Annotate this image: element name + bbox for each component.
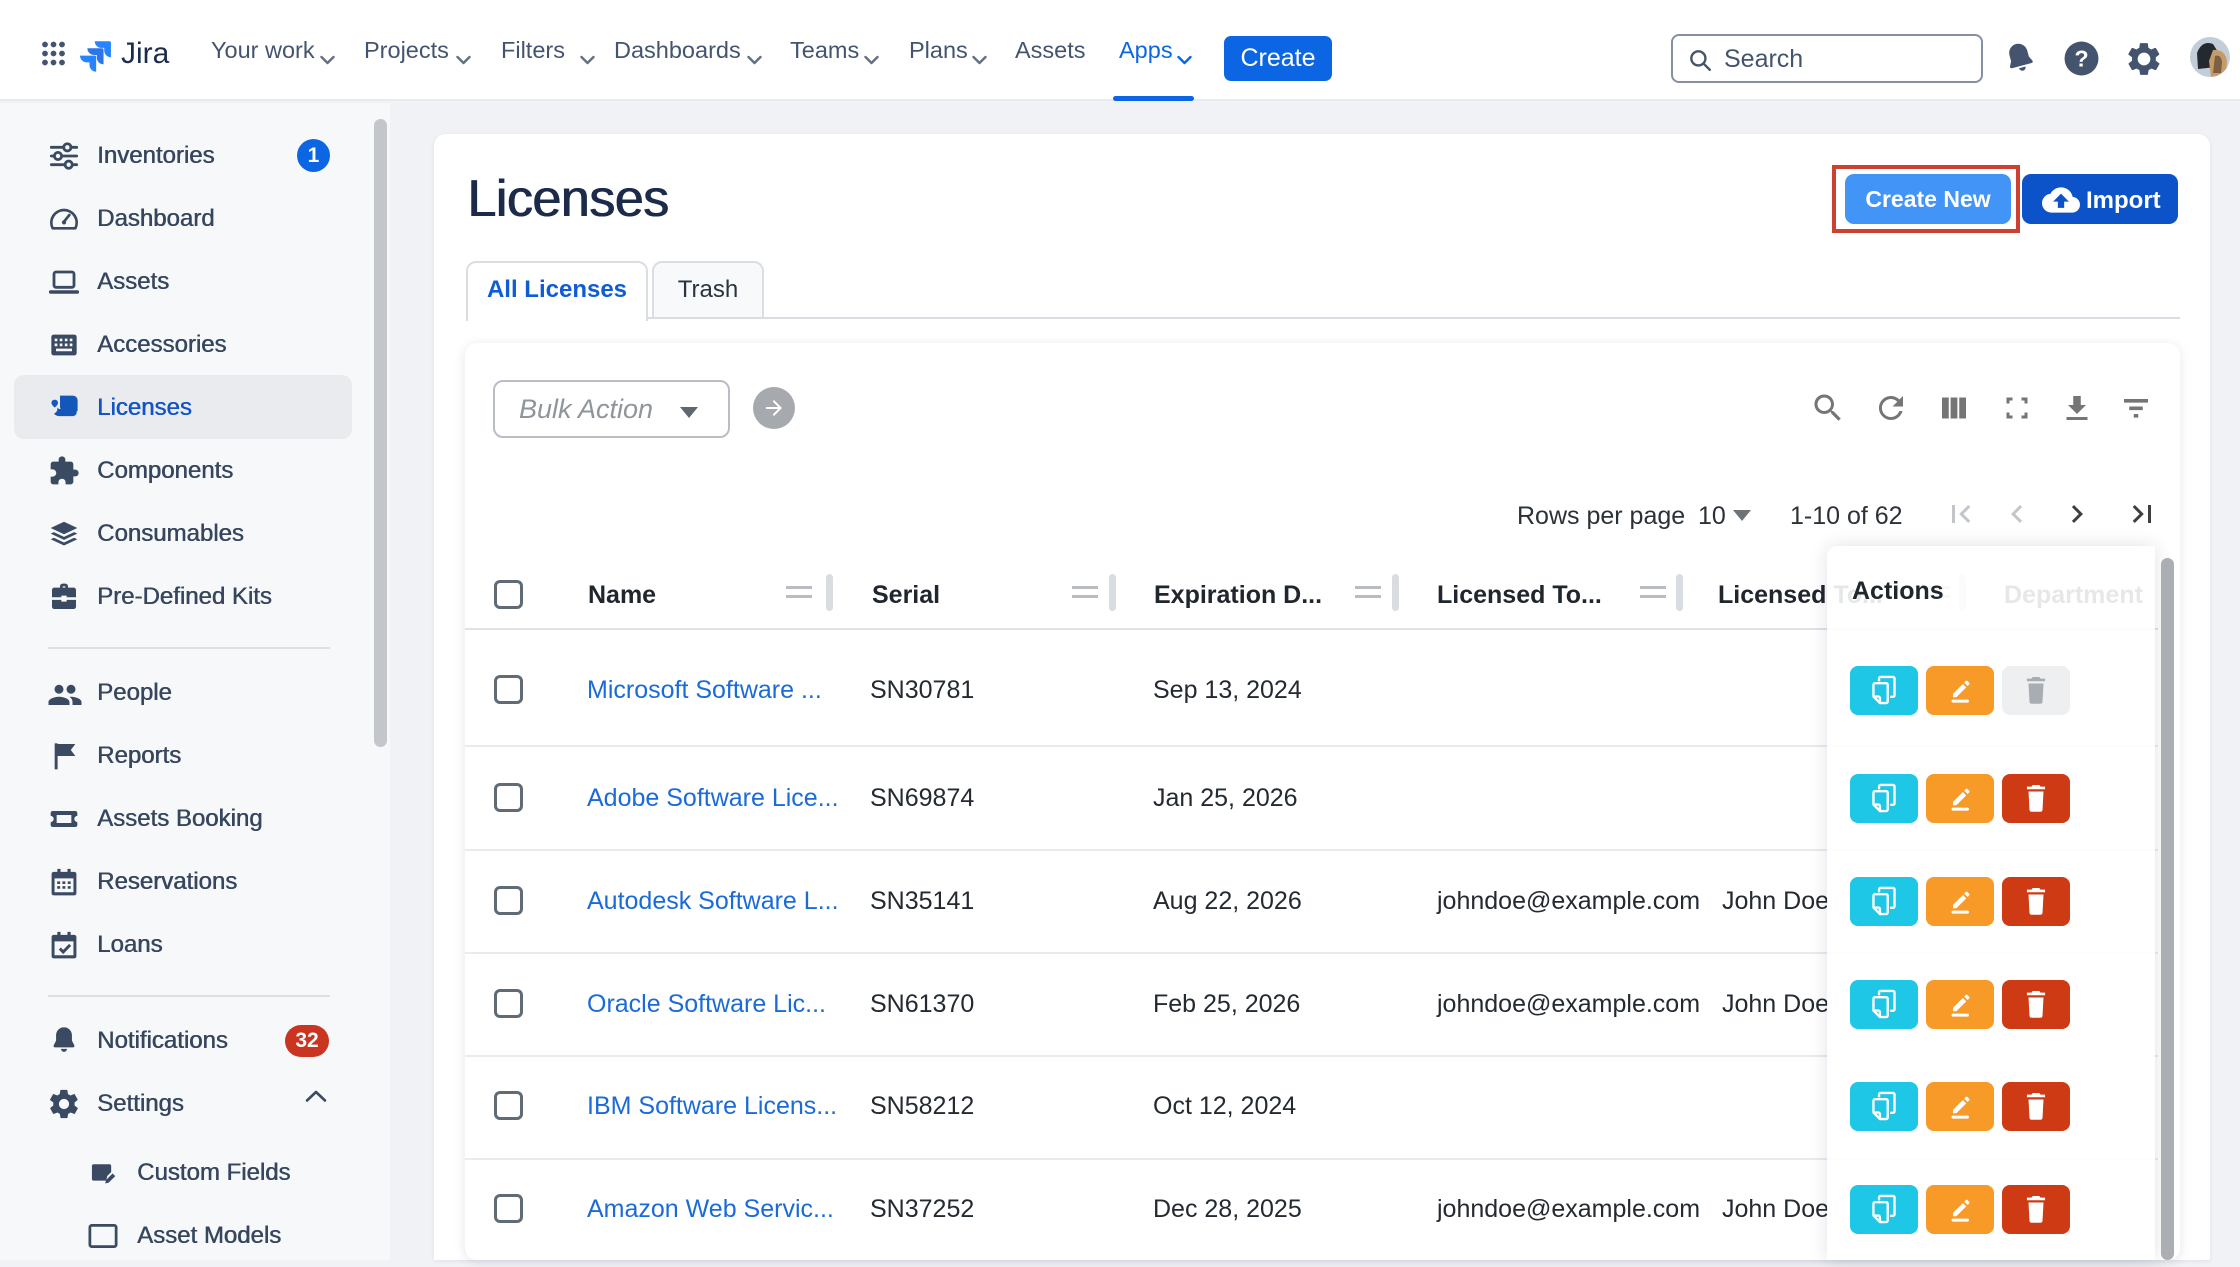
svg-text:?: ? — [2074, 46, 2088, 72]
